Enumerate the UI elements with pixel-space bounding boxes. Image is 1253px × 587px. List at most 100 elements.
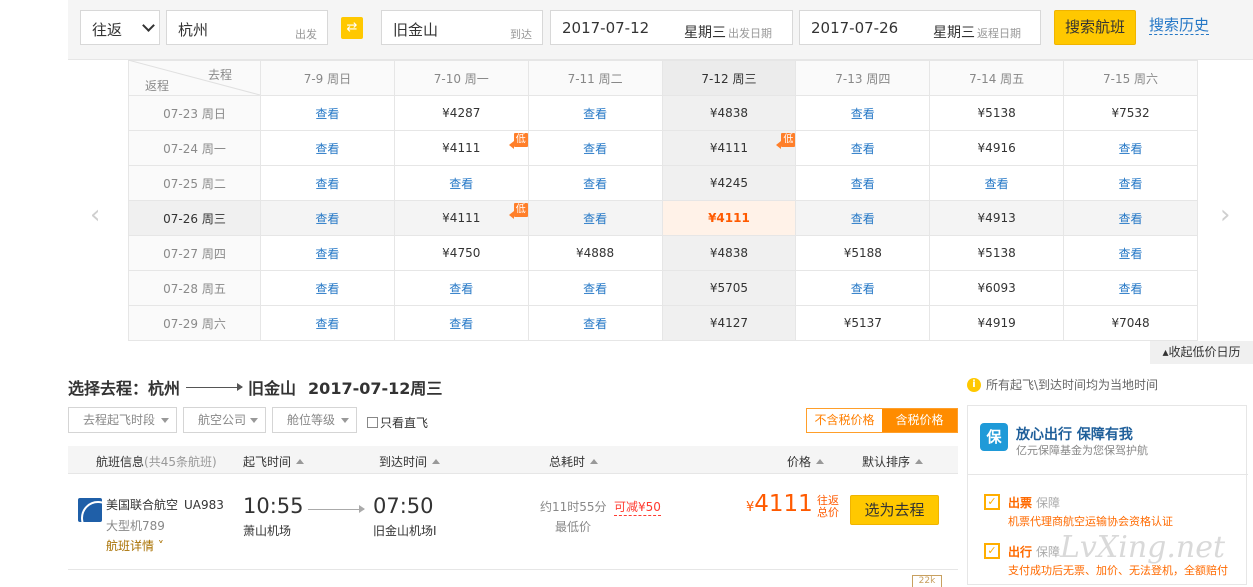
calendar-view-link[interactable]: 查看	[929, 165, 1065, 201]
chevron-down-icon	[142, 19, 155, 32]
caret-down-icon	[250, 418, 258, 423]
calendar-price-cell[interactable]: ¥4245	[661, 165, 797, 201]
search-flights-button[interactable]: 搜索航班	[1054, 10, 1136, 45]
calendar-view-link[interactable]: 查看	[527, 130, 663, 166]
return-date-input[interactable]: 2017-07-26 星期三 返程日期	[799, 10, 1041, 45]
price-incl-tax-tab[interactable]: 含税价格	[882, 409, 957, 432]
calendar-price-cell[interactable]: ¥4111 低	[661, 130, 797, 166]
arrival-airport: 旧金山机场I	[373, 524, 437, 538]
sort-default[interactable]: 默认排序	[862, 453, 924, 470]
calendar-price-cell[interactable]: ¥4111	[661, 200, 797, 236]
route-to: 旧金山	[248, 379, 297, 398]
calendar-price-cell[interactable]: ¥4919	[929, 305, 1065, 341]
calendar-price-cell[interactable]: ¥7532	[1063, 95, 1198, 131]
calendar-price-cell[interactable]: ¥4888	[527, 235, 663, 271]
calendar-price-cell[interactable]: ¥4838	[661, 235, 797, 271]
calendar-price-cell[interactable]: ¥5705	[661, 270, 797, 306]
select-outbound-button[interactable]: 选为去程	[850, 495, 939, 525]
trip-type-select[interactable]: 往返	[80, 10, 160, 45]
trip-type-value: 往返	[92, 21, 123, 39]
calendar-price-cell[interactable]: ¥4111 低	[393, 200, 529, 236]
guarantee-subtitle: 亿元保障基金为您保驾护航	[1016, 444, 1148, 457]
calendar-price-cell[interactable]: ¥4111 低	[393, 130, 529, 166]
calendar-view-link[interactable]: 查看	[795, 95, 931, 131]
calendar-row-header: 07-27 周四	[128, 235, 261, 271]
calendar-view-link[interactable]: 查看	[527, 95, 663, 131]
calendar-view-link[interactable]: 查看	[260, 270, 395, 306]
direct-only-checkbox[interactable]: 只看直飞	[367, 414, 428, 431]
calendar-cell-text: 查看	[449, 281, 474, 296]
calendar-price-cell[interactable]: ¥5138	[929, 235, 1065, 271]
calendar-view-link[interactable]: 查看	[527, 305, 663, 341]
corner-return-label: 返程	[145, 79, 170, 93]
calendar-view-link[interactable]: 查看	[1063, 235, 1198, 271]
calendar-view-link[interactable]: 查看	[527, 200, 663, 236]
calendar-view-link[interactable]: 查看	[527, 165, 663, 201]
calendar-price-cell[interactable]: ¥5137	[795, 305, 931, 341]
calendar-view-link[interactable]: 查看	[795, 200, 931, 236]
tax-price-toggle: 不含税价格 含税价格	[806, 408, 958, 433]
search-history-link[interactable]: 搜索历史	[1149, 16, 1210, 35]
caret-down-icon	[341, 418, 349, 423]
calendar-view-link[interactable]: 查看	[1063, 130, 1198, 166]
calendar-view-link[interactable]: 查看	[260, 235, 395, 271]
calendar-cell-text: 查看	[1118, 211, 1143, 226]
calendar-next-icon[interactable]: ›	[1220, 200, 1230, 230]
calendar-view-link[interactable]: 查看	[1063, 270, 1198, 306]
calendar-cell-text: 查看	[583, 106, 608, 121]
calendar-price-cell[interactable]: ¥4913	[929, 200, 1065, 236]
flight-details-link[interactable]: 航班详情 ˅	[106, 537, 164, 554]
calendar-price-cell[interactable]: ¥4916	[929, 130, 1065, 166]
price-excl-tax-tab[interactable]: 不含税价格	[807, 409, 882, 432]
calendar-view-link[interactable]: 查看	[393, 305, 529, 341]
calendar-price-cell[interactable]: ¥6093	[929, 270, 1065, 306]
calendar-view-link[interactable]: 查看	[795, 270, 931, 306]
depart-date-input[interactable]: 2017-07-12 星期三 出发日期	[550, 10, 793, 45]
sort-price[interactable]: 价格	[787, 453, 825, 470]
sort-arr-time[interactable]: 到达时间	[379, 453, 441, 470]
calendar-view-link[interactable]: 查看	[393, 270, 529, 306]
calendar-price-cell[interactable]: ¥7048	[1063, 305, 1198, 341]
calendar-view-link[interactable]: 查看	[393, 165, 529, 201]
watermark: LvXing.net	[1060, 530, 1226, 565]
calendar-view-link[interactable]: 查看	[1063, 165, 1198, 201]
calendar-cell-text: ¥4913	[977, 211, 1016, 225]
calendar-view-link[interactable]: 查看	[260, 200, 395, 236]
calendar-cell-text: 查看	[850, 281, 875, 296]
route-arrow-icon	[186, 382, 244, 391]
calendar-view-link[interactable]: 查看	[527, 270, 663, 306]
calendar-price-cell[interactable]: ¥4127	[661, 305, 797, 341]
calendar-price-cell[interactable]: ¥4838	[661, 95, 797, 131]
calendar-price-cell[interactable]: ¥4750	[393, 235, 529, 271]
calendar-view-link[interactable]: 查看	[260, 130, 395, 166]
calendar-price-cell[interactable]: ¥4287	[393, 95, 529, 131]
collapse-calendar-button[interactable]: ▴收起低价日历	[1150, 341, 1253, 364]
calendar-view-link[interactable]: 查看	[795, 165, 931, 201]
calendar-cell-text: ¥7048	[1111, 316, 1150, 330]
calendar-view-link[interactable]: 查看	[1063, 200, 1198, 236]
calendar-view-link[interactable]: 查看	[260, 95, 395, 131]
flight-info-header: 航班信息(共45条航班)	[96, 455, 217, 469]
corner-outbound-label: 去程	[207, 68, 232, 82]
caret-down-icon	[161, 418, 169, 423]
airline-filter[interactable]: 航空公司	[183, 407, 266, 433]
discount-label[interactable]: 可减¥50	[614, 498, 661, 516]
dep-time-filter[interactable]: 去程起飞时段	[68, 407, 177, 433]
calendar-view-link[interactable]: 查看	[260, 165, 395, 201]
calendar-price-cell[interactable]: ¥5138	[929, 95, 1065, 131]
small-badge: 22k	[912, 575, 942, 587]
guarantee-item-travel: 出行 保障	[1008, 545, 1061, 559]
departure-city-input[interactable]: 杭州 出发	[166, 10, 328, 45]
calendar-view-link[interactable]: 查看	[795, 130, 931, 166]
calendar-prev-icon[interactable]: ‹	[90, 200, 100, 230]
sort-duration[interactable]: 总耗时	[549, 453, 599, 470]
sort-dep-time[interactable]: 起飞时间	[243, 453, 305, 470]
calendar-view-link[interactable]: 查看	[260, 305, 395, 341]
cabin-filter[interactable]: 舱位等级	[272, 407, 357, 433]
calendar-cell-text: ¥5138	[977, 246, 1016, 260]
swap-icon[interactable]: ⇄	[341, 17, 363, 39]
arrival-city-input[interactable]: 旧金山 到达	[381, 10, 543, 45]
calendar-cell-text: 查看	[315, 316, 340, 331]
calendar-price-cell[interactable]: ¥5188	[795, 235, 931, 271]
roundtrip-total-tag: 往返 总价	[817, 494, 839, 519]
